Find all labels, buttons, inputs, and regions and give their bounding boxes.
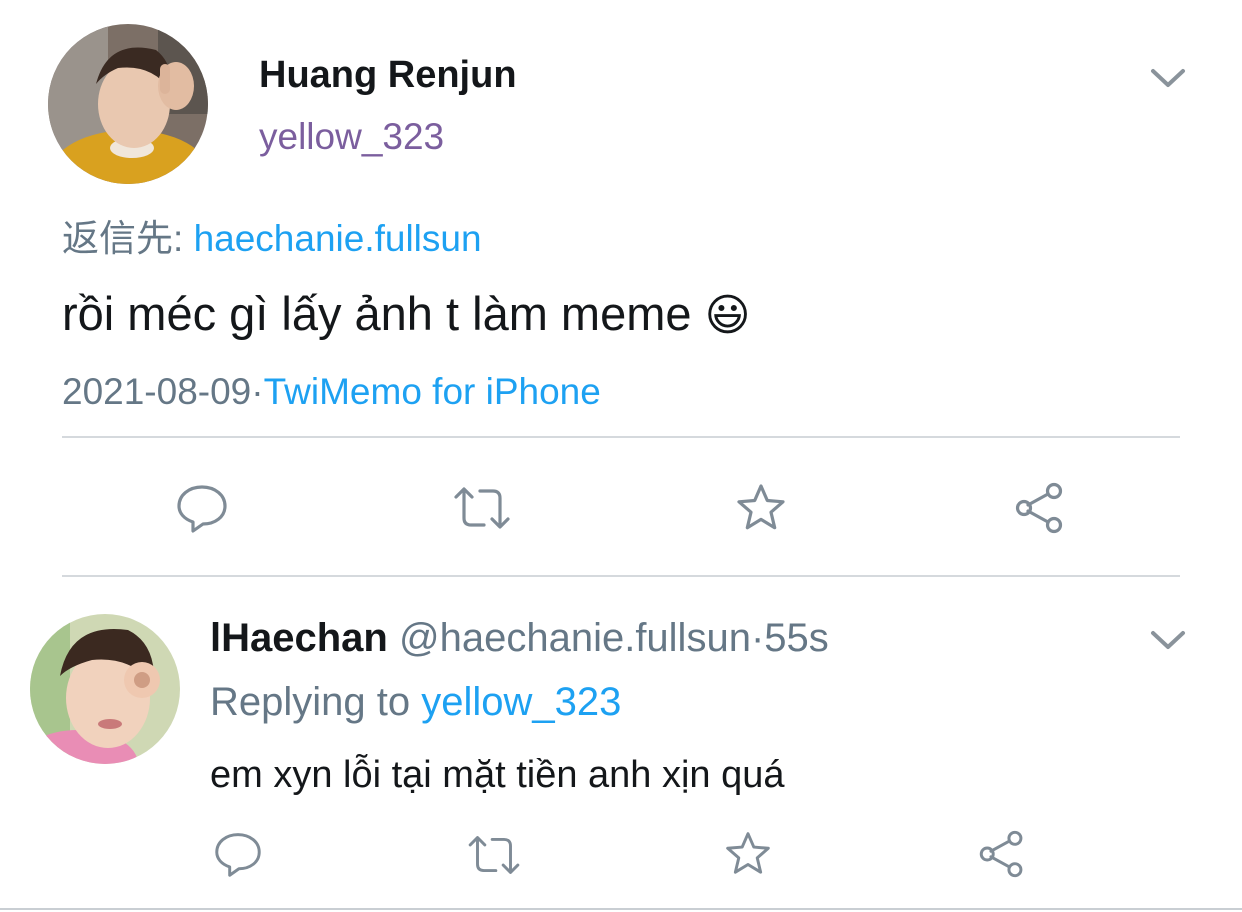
- retweet-button[interactable]: [452, 484, 512, 532]
- tweet-text-line: rồi méc gì lấy ảnh t làm meme 😃: [62, 286, 750, 344]
- smiley-emoji-icon: 😃: [704, 291, 751, 340]
- reply-more-options-button[interactable]: [1146, 622, 1190, 658]
- reply-button[interactable]: [174, 482, 230, 534]
- reply-icon: [177, 485, 227, 533]
- retweet-button[interactable]: [466, 833, 522, 877]
- author-handle[interactable]: yellow_323: [259, 115, 444, 159]
- tweet-text: rồi méc gì lấy ảnh t làm meme: [62, 287, 692, 340]
- favorite-icon: [737, 484, 785, 530]
- favorite-icon: [726, 832, 770, 874]
- reply-time: 55s: [764, 616, 829, 660]
- tweet-date: 2021-08-09: [62, 371, 252, 412]
- share-button[interactable]: [976, 830, 1028, 878]
- author-avatar[interactable]: [48, 24, 208, 184]
- tweet-source-link[interactable]: TwiMemo for iPhone: [264, 371, 601, 412]
- chevron-down-icon: [1151, 69, 1185, 87]
- divider: [62, 575, 1180, 577]
- reply-author-avatar[interactable]: [30, 614, 180, 764]
- reply-icon: [215, 833, 261, 877]
- reply-author-handle[interactable]: @haechanie.fullsun: [399, 616, 751, 660]
- reply-text: em xyn lỗi tại mặt tiền anh xịn quá: [210, 754, 785, 796]
- reply-prefix: 返信先:: [62, 218, 184, 259]
- divider: [62, 436, 1180, 438]
- avatar-photo-icon: [48, 24, 208, 184]
- share-icon: [979, 830, 1023, 878]
- replying-label: Replying to: [210, 680, 411, 724]
- chevron-down-icon: [1151, 631, 1185, 649]
- reply-separator: ·: [750, 616, 765, 660]
- reply-header: lHaechan @haechanie.fullsun·55s: [210, 614, 829, 662]
- tweet-meta: 2021-08-09·TwiMemo for iPhone: [62, 370, 601, 414]
- reply-author-name[interactable]: lHaechan: [210, 616, 388, 660]
- retweet-icon: [454, 487, 510, 529]
- avatar-photo-icon: [30, 614, 180, 764]
- share-button[interactable]: [1012, 482, 1068, 534]
- replying-to-line: Replying to yellow_323: [210, 678, 621, 726]
- favorite-button[interactable]: [722, 830, 774, 878]
- bottom-divider: [0, 908, 1242, 910]
- favorite-button[interactable]: [733, 482, 789, 534]
- retweet-icon: [468, 836, 520, 874]
- reply-to-line: 返信先: haechanie.fullsun: [62, 216, 482, 262]
- replying-to-link[interactable]: yellow_323: [421, 680, 621, 724]
- more-options-button[interactable]: [1146, 60, 1190, 96]
- meta-separator: ·: [251, 371, 264, 412]
- share-icon: [1015, 482, 1063, 534]
- reply-to-link[interactable]: haechanie.fullsun: [194, 218, 482, 259]
- reply-button[interactable]: [212, 830, 264, 878]
- author-name[interactable]: Huang Renjun: [259, 52, 517, 98]
